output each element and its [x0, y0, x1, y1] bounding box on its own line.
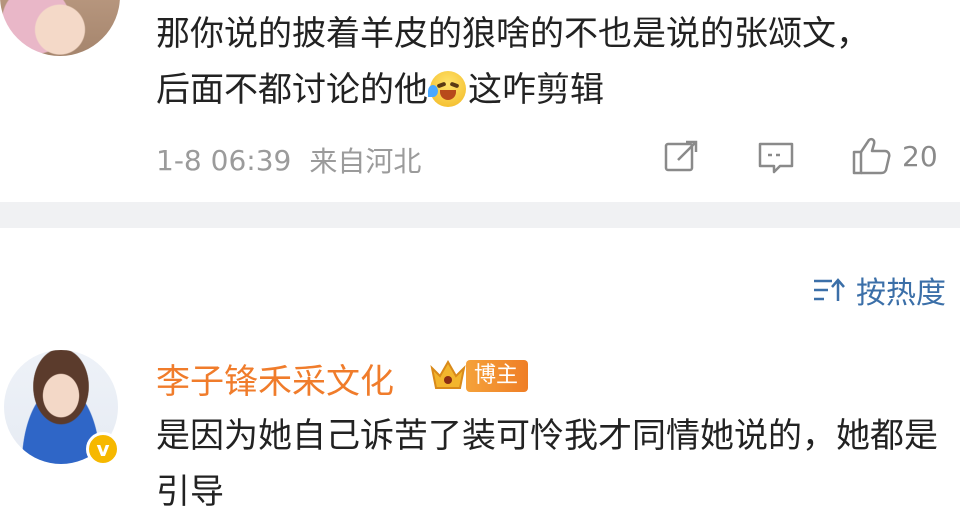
- thumbs-up-icon: [852, 137, 891, 175]
- author-badge: 博主: [466, 360, 529, 392]
- comment-actions: 20: [0, 136, 960, 180]
- sort-by-hot-button[interactable]: 按热度: [812, 268, 946, 312]
- comment-icon: [758, 142, 794, 174]
- comment-text: 是因为她自己诉苦了装可怜我才同情她说的，她都是引导: [156, 416, 938, 512]
- reply-button[interactable]: [756, 138, 796, 176]
- comment-text-part: 这咋剪辑: [468, 70, 604, 110]
- like-count: 20: [902, 139, 938, 173]
- share-icon: [664, 140, 698, 172]
- share-button[interactable]: [662, 138, 700, 176]
- section-divider: [0, 202, 960, 228]
- comment-item: v 李子锋禾采文化 博主 是因为她自己诉苦了装可怜我才同情她说的，她都是引导: [0, 340, 960, 524]
- comment-text: 那你说的披着羊皮的狼啥的不也是说的张颂文，后面不都讨论的他 这咋剪辑: [156, 6, 896, 118]
- verified-badge-letter: v: [96, 437, 110, 461]
- verified-badge-icon: v: [86, 432, 120, 466]
- comment-item: 那你说的披着羊皮的狼啥的不也是说的张颂文，后面不都讨论的他 这咋剪辑 1-8 06…: [0, 0, 960, 200]
- username[interactable]: 李子锋禾采文化: [156, 354, 394, 403]
- crying-laughing-emoji-icon: [428, 71, 466, 107]
- crown-icon: [430, 359, 466, 389]
- sort-label: 按热度: [856, 276, 946, 311]
- sort-icon: [814, 278, 845, 301]
- like-button[interactable]: 20: [850, 136, 938, 176]
- avatar[interactable]: [0, 0, 120, 56]
